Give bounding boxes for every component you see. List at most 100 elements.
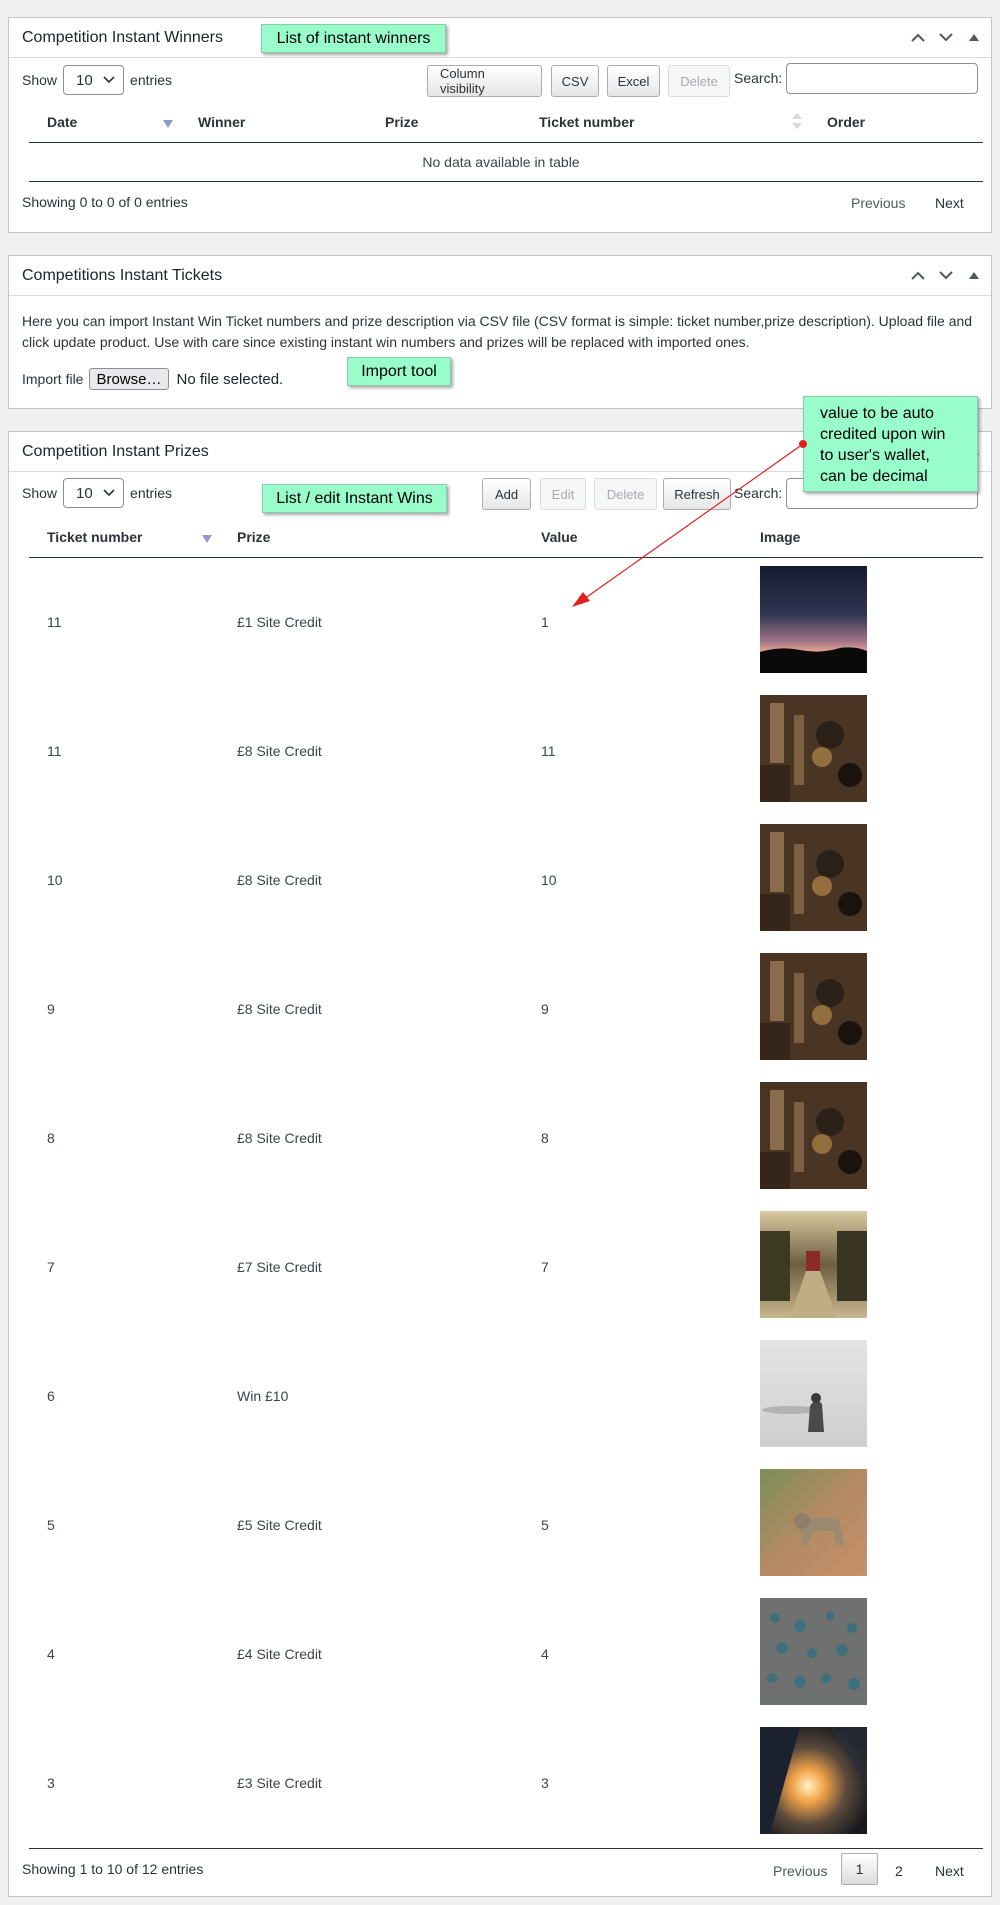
page-length-value: 10 [76, 71, 93, 89]
table-row[interactable]: 5 £5 Site Credit 5 [29, 1461, 983, 1590]
prize-cell: £8 Site Credit [237, 1130, 322, 1146]
show-label: Show [22, 485, 58, 501]
move-down-icon[interactable] [935, 26, 957, 48]
table-row[interactable]: 4 £4 Site Credit 4 [29, 1590, 983, 1719]
import-file-row: Import file Browse… No file selected. [22, 368, 283, 390]
empty-table-message: No data available in table [422, 154, 580, 170]
ticket-number-cell: 6 [47, 1388, 55, 1404]
sort-desc-icon [202, 535, 212, 543]
value-cell: 5 [541, 1517, 549, 1533]
prize-cell: £8 Site Credit [237, 743, 322, 759]
instant-tickets-box: Competitions Instant Tickets Here you ca… [8, 255, 992, 409]
search-input[interactable] [786, 63, 978, 94]
foggy-figure-photo [760, 1340, 867, 1447]
prize-cell: £5 Site Credit [237, 1517, 322, 1533]
column-header-date[interactable]: Date [47, 114, 77, 130]
next-page-button[interactable]: Next [935, 1863, 964, 1879]
column-header-ticket-number[interactable]: Ticket number [539, 114, 634, 130]
table-info: Showing 1 to 10 of 12 entries [22, 1861, 204, 1877]
table-row[interactable]: 11 £8 Site Credit 11 [29, 687, 983, 816]
edit-prize-button[interactable]: Edit [540, 478, 586, 510]
value-annotation-line: credited upon win [820, 426, 946, 443]
move-down-icon[interactable] [935, 264, 957, 286]
table-row[interactable]: 10 £8 Site Credit 10 [29, 816, 983, 945]
ticket-number-cell: 11 [47, 743, 62, 759]
column-header-value[interactable]: Value [541, 529, 578, 545]
instant-prizes-box: Competition Instant Prizes Show 10 entri… [8, 431, 992, 1897]
csv-export-button[interactable]: CSV [551, 65, 599, 97]
page-button-2[interactable]: 2 [895, 1863, 903, 1879]
table-row[interactable]: 6 Win £10 [29, 1332, 983, 1461]
add-prize-button[interactable]: Add [482, 478, 531, 510]
previous-page-button[interactable]: Previous [773, 1863, 827, 1879]
page-button-1[interactable]: 1 [841, 1853, 878, 1885]
column-header-winner[interactable]: Winner [198, 114, 245, 130]
delete-prize-button[interactable]: Delete [594, 478, 657, 510]
next-page-button[interactable]: Next [935, 195, 964, 211]
sunset-photo [760, 566, 867, 673]
droplets-photo [760, 1598, 867, 1705]
column-header-ticket-number[interactable]: Ticket number [47, 529, 142, 545]
tools-photo [760, 1082, 867, 1189]
table-row[interactable]: 3 £3 Site Credit 3 [29, 1719, 983, 1848]
prize-cell: £1 Site Credit [237, 614, 322, 630]
page-length-control: Show 10 entries [22, 65, 172, 95]
collapse-toggle-icon[interactable] [963, 26, 985, 48]
instant-winners-title: Competition Instant Winners [22, 29, 223, 46]
chevron-down-icon [103, 76, 115, 84]
table-footer-divider [29, 181, 983, 182]
instant-prizes-title: Competition Instant Prizes [22, 443, 209, 460]
value-annotation: value to be auto credited upon win to us… [803, 396, 978, 492]
entries-label: entries [130, 72, 173, 88]
tools-photo [760, 695, 867, 802]
table-row[interactable]: 7 £7 Site Credit 7 [29, 1203, 983, 1332]
collapse-toggle-icon[interactable] [963, 264, 985, 286]
column-visibility-button[interactable]: Column visibility [427, 65, 542, 97]
ticket-number-cell: 5 [47, 1517, 55, 1533]
column-header-image[interactable]: Image [760, 529, 800, 545]
column-header-prize[interactable]: Prize [237, 529, 270, 545]
page-length-select[interactable]: 10 [63, 478, 125, 508]
prize-cell: £8 Site Credit [237, 1001, 322, 1017]
instant-winners-box: Competition Instant Winners Show 10 entr… [8, 17, 992, 233]
browse-file-button[interactable]: Browse… [89, 368, 169, 390]
value-annotation-line: value to be auto [820, 405, 934, 422]
value-cell: 11 [541, 743, 556, 759]
show-label: Show [22, 72, 58, 88]
instant-winners-header: Competition Instant Winners [9, 18, 991, 58]
value-cell: 8 [541, 1130, 549, 1146]
value-cell: 3 [541, 1775, 549, 1791]
column-header-order[interactable]: Order [827, 114, 865, 130]
search-label: Search: [734, 485, 783, 501]
move-up-icon[interactable] [907, 26, 929, 48]
table-row[interactable]: 11 £1 Site Credit 1 [29, 558, 983, 687]
table-info: Showing 0 to 0 of 0 entries [22, 194, 188, 210]
ticket-number-cell: 11 [47, 614, 62, 630]
value-annotation-line: to user's wallet, [820, 447, 930, 464]
move-up-icon[interactable] [907, 264, 929, 286]
excel-export-button[interactable]: Excel [607, 65, 660, 97]
ticket-number-cell: 10 [47, 872, 63, 888]
search-label: Search: [734, 70, 783, 86]
sort-both-icon [792, 113, 802, 129]
winners-annotation: List of instant winners [261, 24, 446, 53]
import-tool-annotation: Import tool [347, 357, 451, 386]
table-row[interactable]: 8 £8 Site Credit 8 [29, 1074, 983, 1203]
refresh-button[interactable]: Refresh [663, 478, 731, 510]
table-row[interactable]: 9 £8 Site Credit 9 [29, 945, 983, 1074]
previous-page-button[interactable]: Previous [851, 195, 905, 211]
ticket-number-cell: 9 [47, 1001, 55, 1017]
value-annotation-line: can be decimal [820, 468, 928, 485]
leopard-photo [760, 1469, 867, 1576]
table-header-divider [29, 142, 983, 143]
column-header-prize[interactable]: Prize [385, 114, 418, 130]
page-length-select[interactable]: 10 [63, 65, 125, 95]
import-file-label: Import file [22, 371, 84, 387]
instant-tickets-title: Competitions Instant Tickets [22, 267, 223, 284]
train-sun-photo [760, 1727, 867, 1834]
prize-cell: £3 Site Credit [237, 1775, 322, 1791]
page-length-control: Show 10 entries [22, 478, 172, 508]
ticket-number-cell: 8 [47, 1130, 55, 1146]
entries-label: entries [130, 485, 173, 501]
delete-button[interactable]: Delete [668, 65, 730, 97]
